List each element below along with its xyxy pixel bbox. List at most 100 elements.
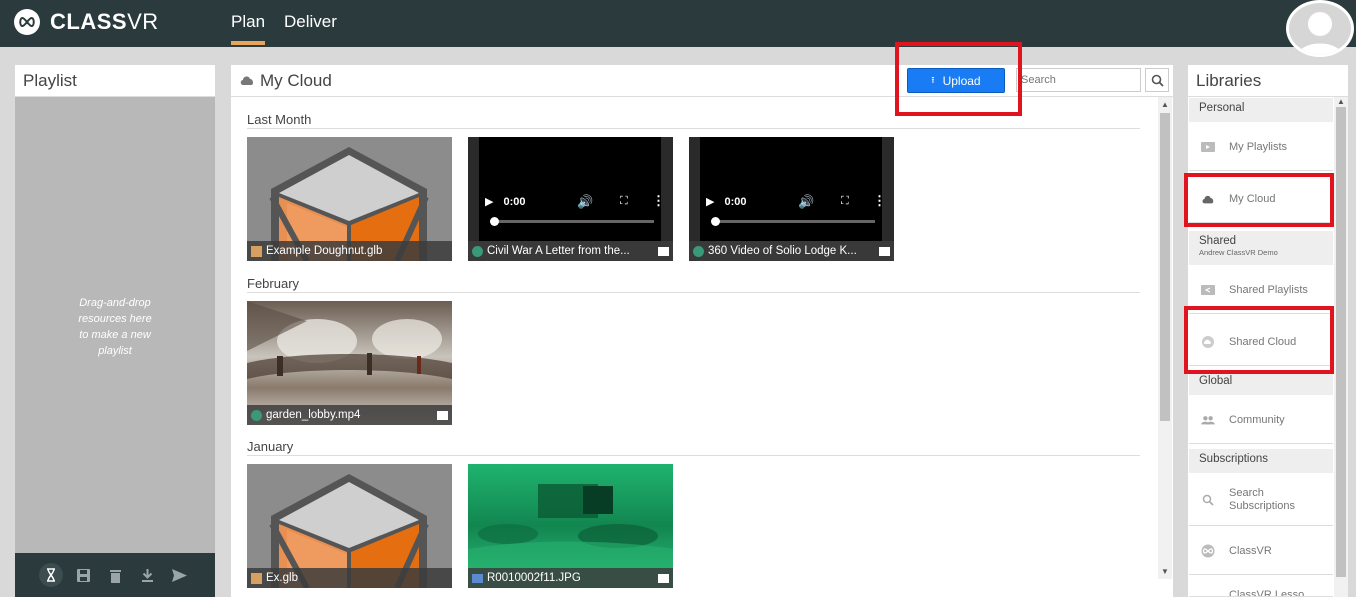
library-label-line: Search [1229, 486, 1264, 499]
cloud-header: My Cloud ⭱ Upload [231, 65, 1173, 97]
library-label-line: Subscriptions [1229, 499, 1296, 512]
cloud-title: My Cloud [239, 71, 332, 91]
library-community[interactable]: Community [1189, 396, 1333, 444]
search-input[interactable] [1016, 68, 1141, 92]
model-type-icon [251, 245, 262, 257]
resource-card[interactable]: ▶ 0:00 🔊 ⛶ ⋮ 360 Video of Solio Lodge K.… [689, 137, 894, 261]
section-global: Global [1189, 371, 1333, 395]
section-january: January [247, 439, 1140, 456]
playlist-dropzone-text[interactable]: Drag-and-drop resources here to make a n… [15, 295, 215, 359]
video-player[interactable]: ▶ 0:00 🔊 ⛶ ⋮ [700, 137, 886, 241]
video-controls: ▶ 0:00 [485, 195, 526, 209]
more-options-icon[interactable]: ⋮ [652, 193, 665, 209]
cloud-scrollbar[interactable]: ▲ ▼ [1158, 97, 1172, 579]
scroll-up-arrow[interactable]: ▲ [1161, 100, 1169, 109]
highlight-my-cloud [1184, 173, 1334, 227]
library-label: My Playlists [1229, 140, 1288, 153]
flag-icon[interactable] [658, 573, 669, 583]
playlist-panel: Playlist Drag-and-drop resources here to… [15, 65, 215, 597]
section-february: February [247, 276, 1140, 293]
library-classvr[interactable]: ClassVR [1189, 527, 1333, 575]
resource-caption: garden_lobby.mp4 [247, 405, 452, 425]
save-icon[interactable] [71, 563, 95, 587]
library-label: ClassVR Lesso... [1229, 589, 1314, 597]
playlist-toolbar [15, 553, 215, 597]
resource-name: garden_lobby.mp4 [266, 409, 361, 421]
image-type-icon [472, 573, 483, 583]
dropzone-line: resources here [78, 313, 152, 325]
dropzone-line: playlist [98, 345, 132, 357]
volume-icon[interactable]: 🔊 [798, 194, 814, 210]
flag-icon[interactable] [658, 246, 669, 256]
play-icon[interactable]: ▶ [706, 195, 714, 208]
library-label: Community [1229, 413, 1285, 426]
fullscreen-icon[interactable]: ⛶ [841, 195, 849, 208]
video-progress-knob[interactable] [711, 217, 720, 226]
top-bar: CLASSVR Plan Deliver [0, 0, 1356, 57]
resource-caption: 360 Video of Solio Lodge K... [689, 241, 894, 261]
highlight-upload [895, 42, 1022, 116]
section-subscriptions-label: Subscriptions [1199, 453, 1269, 465]
infinity-icon [14, 9, 40, 35]
flag-icon[interactable] [879, 246, 890, 256]
resource-caption: Civil War A Letter from the... [468, 241, 673, 261]
send-icon[interactable] [167, 563, 191, 587]
libraries-scrollbar[interactable]: ▲ [1334, 97, 1348, 597]
library-label: Shared Playlists [1229, 283, 1308, 296]
library-classvr-lessons[interactable]: ClassVR Lesso... [1189, 579, 1333, 597]
library-label: ClassVR [1229, 544, 1272, 557]
resource-caption: Ex.glb [247, 568, 452, 588]
community-icon [1201, 413, 1215, 427]
video-progress-knob[interactable] [490, 217, 499, 226]
resource-name: 360 Video of Solio Lodge K... [708, 245, 857, 257]
scroll-up-arrow[interactable]: ▲ [1337, 97, 1345, 106]
resource-card[interactable]: R0010002f11.JPG [468, 464, 673, 588]
flag-icon[interactable] [437, 410, 448, 420]
scroll-down-arrow[interactable]: ▼ [1161, 567, 1169, 576]
fullscreen-icon[interactable]: ⛶ [620, 195, 628, 208]
tab-deliver[interactable]: Deliver [284, 12, 337, 32]
brand-name: CLASSVR [50, 9, 159, 34]
library-my-playlists[interactable]: My Playlists [1189, 123, 1333, 171]
user-avatar[interactable] [1286, 0, 1354, 57]
video-player[interactable]: ▶ 0:00 🔊 ⛶ ⋮ [479, 137, 665, 241]
tab-plan[interactable]: Plan [231, 12, 266, 45]
video-time: 0:00 [724, 195, 747, 208]
classvr-logo[interactable]: CLASSVR [14, 9, 159, 35]
playlist-icon [1201, 140, 1215, 154]
cloud-icon [239, 71, 255, 91]
resource-card[interactable]: garden_lobby.mp4 [247, 301, 452, 425]
libraries-scroll-thumb[interactable] [1336, 107, 1346, 577]
shared-playlist-icon [1201, 283, 1215, 297]
video-progress-track[interactable] [492, 220, 654, 223]
cloud-scroll-thumb[interactable] [1160, 113, 1170, 421]
resource-card[interactable]: Ex.glb [247, 464, 452, 588]
resource-name: R0010002f11.JPG [487, 572, 581, 584]
more-options-icon[interactable]: ⋮ [873, 193, 886, 209]
search-icon [1151, 74, 1164, 87]
resource-name: Ex.glb [266, 572, 298, 584]
library-search-subscriptions[interactable]: Search Subscriptions [1189, 474, 1333, 526]
video-progress-track[interactable] [713, 220, 875, 223]
section-shared-label: Shared [1199, 235, 1237, 247]
highlight-shared-cloud [1184, 306, 1334, 374]
resource-card[interactable]: Example Doughnut.glb [247, 137, 452, 261]
classvr-icon [1201, 544, 1215, 558]
section-personal: Personal [1189, 98, 1333, 122]
video-type-icon [251, 409, 262, 421]
delete-icon[interactable] [103, 563, 127, 587]
download-icon[interactable] [135, 563, 159, 587]
dropzone-line: Drag-and-drop [79, 297, 151, 309]
resource-name: Civil War A Letter from the... [487, 245, 630, 257]
play-icon[interactable]: ▶ [485, 195, 493, 208]
playlist-title: Playlist [15, 65, 215, 97]
search-button[interactable] [1145, 68, 1169, 92]
section-shared: Shared Andrew ClassVR Demo [1189, 231, 1333, 265]
lessons-icon [1201, 589, 1215, 596]
search-icon [1201, 493, 1215, 507]
timer-icon[interactable] [39, 563, 63, 587]
volume-icon[interactable]: 🔊 [577, 194, 593, 210]
resource-card[interactable]: ▶ 0:00 🔊 ⛶ ⋮ Civil War A Letter from the… [468, 137, 673, 261]
section-global-label: Global [1199, 375, 1233, 387]
resource-caption: Example Doughnut.glb [247, 241, 452, 261]
